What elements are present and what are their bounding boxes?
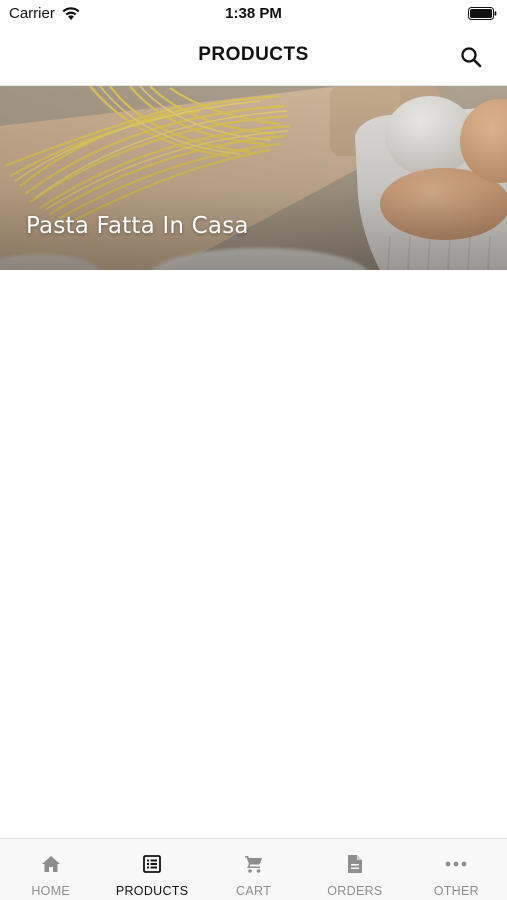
status-bar: Carrier 1:38 PM bbox=[0, 0, 507, 28]
product-list-area bbox=[0, 270, 507, 838]
document-icon bbox=[347, 855, 362, 873]
category-card[interactable]: Pasta Fatta In Casa bbox=[0, 86, 507, 270]
tab-cart-label: CART bbox=[236, 884, 272, 898]
tab-products[interactable]: PRODUCTS bbox=[101, 839, 202, 900]
search-icon bbox=[461, 47, 482, 68]
home-icon bbox=[41, 856, 60, 872]
tab-home-label: HOME bbox=[31, 884, 71, 898]
tab-orders-label: ORDERS bbox=[327, 884, 383, 898]
category-title: Pasta Fatta In Casa bbox=[26, 213, 249, 239]
status-time: 1:38 PM bbox=[225, 5, 282, 22]
more-icon bbox=[445, 861, 467, 867]
tab-orders[interactable]: ORDERS bbox=[304, 839, 405, 900]
tab-bar: HOME PRODUCTS CART ORDERS OTHER bbox=[0, 838, 507, 900]
tab-home[interactable]: HOME bbox=[0, 839, 101, 900]
search-button[interactable] bbox=[457, 43, 485, 71]
navigation-bar: PRODUCTS bbox=[0, 28, 507, 86]
tab-cart[interactable]: CART bbox=[203, 839, 304, 900]
list-icon bbox=[143, 855, 162, 873]
tab-products-label: PRODUCTS bbox=[115, 884, 189, 898]
category-image-overlay bbox=[0, 86, 507, 270]
battery-icon bbox=[468, 7, 497, 20]
tab-other-label: OTHER bbox=[433, 884, 479, 898]
cart-icon bbox=[244, 856, 262, 873]
page-title: PRODUCTS bbox=[198, 44, 309, 65]
tab-other[interactable]: OTHER bbox=[406, 839, 507, 900]
